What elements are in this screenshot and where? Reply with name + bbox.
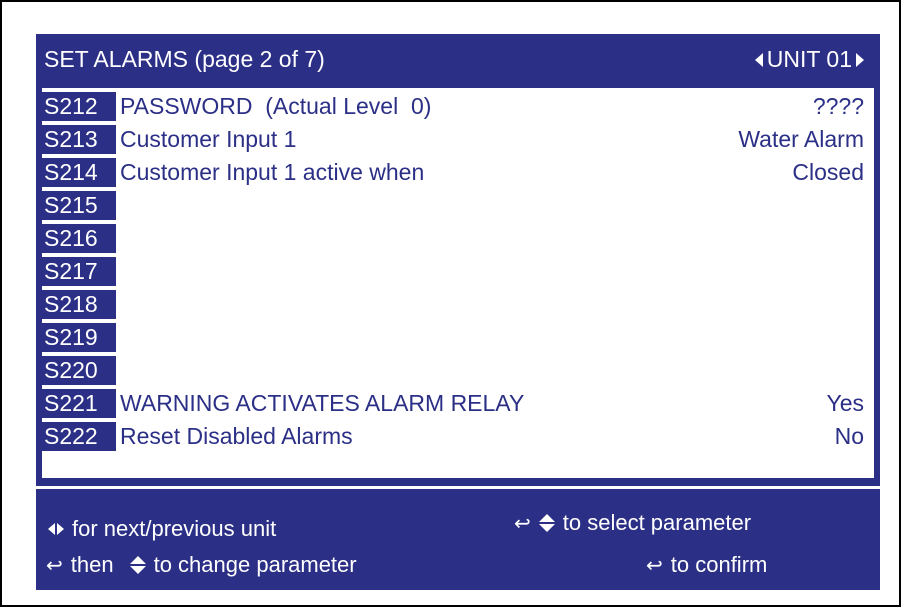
help-then-text: then [70, 552, 114, 577]
help-bar: for next/previous unit ↩ to select param… [36, 494, 880, 590]
controller-screen: SET ALARMS (page 2 of 7) UNIT 01 S212 PA… [36, 34, 880, 590]
parameter-value: Water Alarm [738, 126, 864, 152]
arrow-right-icon[interactable] [856, 52, 864, 67]
parameter-value: Yes [826, 390, 864, 416]
divider [36, 486, 880, 489]
unit-selector[interactable]: UNIT 01 [754, 46, 864, 73]
parameter-code: S213 [42, 125, 116, 154]
parameter-code: S217 [42, 257, 116, 286]
parameter-code: S215 [42, 191, 116, 220]
parameter-label: Customer Input 1 active when [120, 159, 425, 185]
help-next-prev-text: for next/previous unit [72, 516, 277, 541]
parameter-row-s217[interactable]: S217 [42, 257, 874, 288]
parameter-label: Customer Input 1 [120, 126, 297, 152]
help-next-prev-unit: for next/previous unit [48, 516, 276, 542]
parameter-code: S214 [42, 158, 116, 187]
parameter-row-s214[interactable]: S214 Customer Input 1 active when Closed [42, 158, 874, 189]
parameter-code: S218 [42, 290, 116, 319]
parameter-code: S221 [42, 389, 116, 418]
enter-icon: ↩ [514, 511, 531, 535]
parameter-row-s220[interactable]: S220 [42, 356, 874, 387]
help-select-parameter: ↩ to select parameter [514, 510, 751, 536]
help-confirm-text: to confirm [670, 552, 768, 577]
parameter-code: S222 [42, 422, 116, 451]
parameter-code: S220 [42, 356, 116, 385]
parameter-value: ???? [812, 93, 864, 119]
parameter-list: S212 PASSWORD (Actual Level 0) ???? S213… [42, 88, 874, 478]
up-down-arrows-icon [129, 556, 146, 574]
parameter-row-s222[interactable]: S222 Reset Disabled Alarms No [42, 422, 874, 453]
parameter-row-s216[interactable]: S216 [42, 224, 874, 255]
arrow-left-icon[interactable] [754, 52, 763, 67]
parameter-row-s221[interactable]: S221 WARNING ACTIVATES ALARM RELAY Yes [42, 389, 874, 420]
parameter-label: WARNING ACTIVATES ALARM RELAY [120, 390, 525, 416]
help-change-parameter: ↩ then to change parameter [46, 552, 357, 578]
display-frame: SET ALARMS (page 2 of 7) UNIT 01 S212 PA… [0, 0, 901, 607]
left-right-arrows-icon [48, 523, 64, 535]
up-down-arrows-icon [538, 514, 555, 532]
parameter-row-s219[interactable]: S219 [42, 323, 874, 354]
parameter-value: Closed [792, 159, 864, 185]
help-confirm: ↩ to confirm [646, 552, 767, 578]
parameter-value: No [834, 423, 864, 449]
parameter-code: S212 [42, 92, 116, 121]
parameter-code: S216 [42, 224, 116, 253]
enter-icon: ↩ [46, 553, 63, 577]
parameter-label: PASSWORD (Actual Level 0) [120, 93, 432, 119]
enter-icon: ↩ [646, 553, 663, 577]
parameter-row-s213[interactable]: S213 Customer Input 1 Water Alarm [42, 125, 874, 156]
parameter-label: Reset Disabled Alarms [120, 423, 353, 449]
title-bar: SET ALARMS (page 2 of 7) UNIT 01 [36, 34, 880, 84]
parameter-row-s212[interactable]: S212 PASSWORD (Actual Level 0) ???? [42, 92, 874, 123]
parameter-code: S219 [42, 323, 116, 352]
parameter-row-s218[interactable]: S218 [42, 290, 874, 321]
help-change-text: to change parameter [153, 552, 357, 577]
parameter-row-s215[interactable]: S215 [42, 191, 874, 222]
unit-label: UNIT 01 [766, 46, 852, 72]
help-select-text: to select parameter [562, 510, 752, 535]
page-title: SET ALARMS (page 2 of 7) [44, 46, 325, 72]
